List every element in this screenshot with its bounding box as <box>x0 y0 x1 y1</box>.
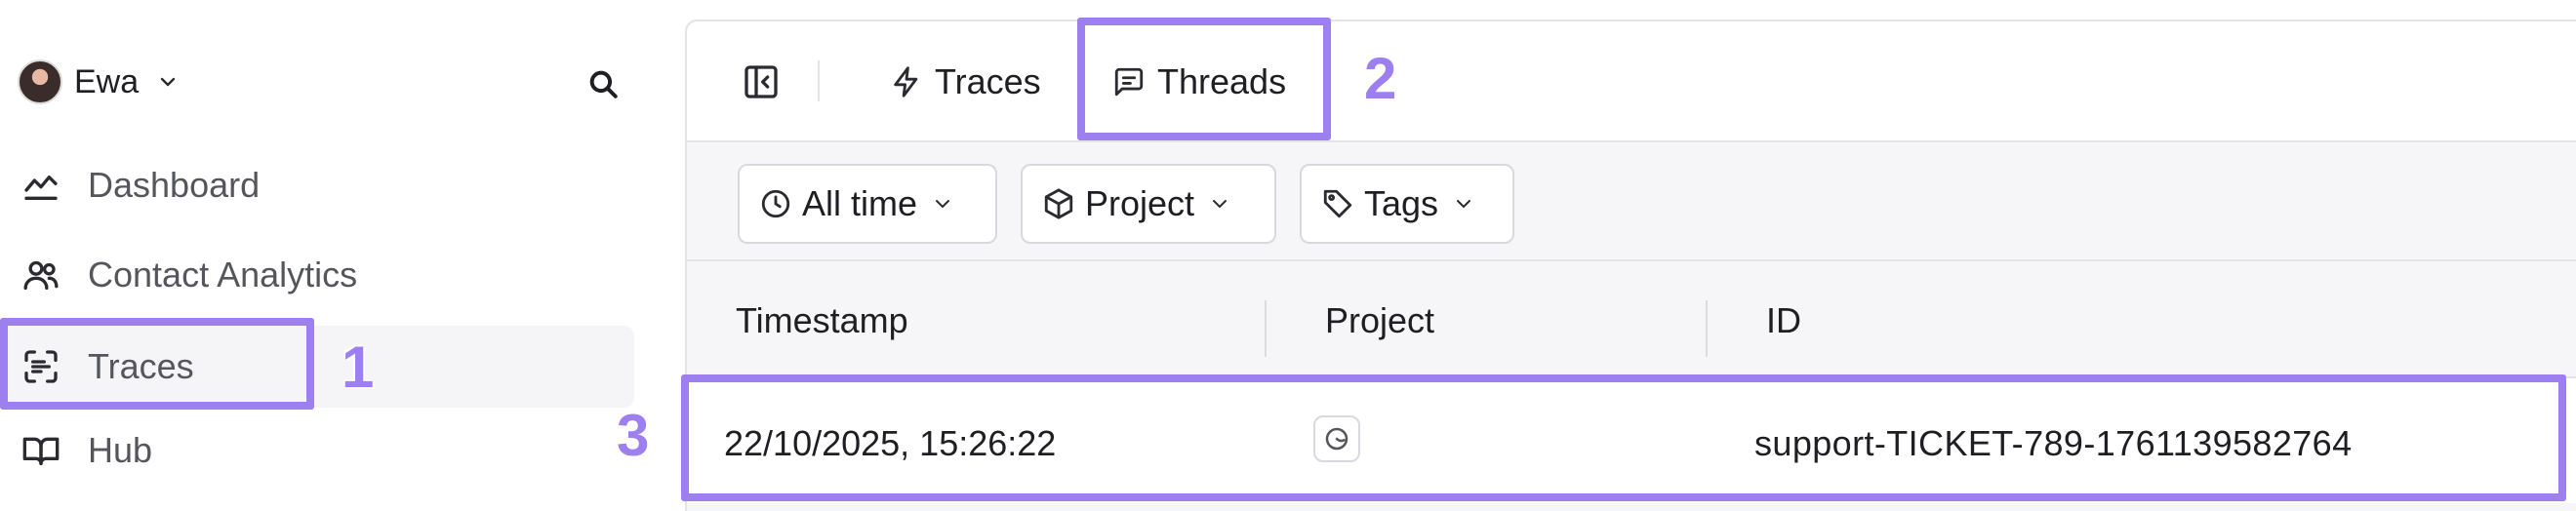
table-header: Timestamp Project ID <box>687 259 2576 376</box>
main-panel: Traces Threads All time Project Tags Tim… <box>685 20 2576 511</box>
sidebar-item-traces[interactable]: Traces <box>0 326 634 408</box>
sidebar-toggle-icon[interactable] <box>742 62 781 101</box>
tab-label: Traces <box>935 61 1041 101</box>
project-badge[interactable] <box>1313 415 1360 462</box>
column-header-id[interactable]: ID <box>1766 300 1801 341</box>
filter-label: Project <box>1085 183 1195 223</box>
zap-icon <box>894 66 918 98</box>
chevron-down-icon <box>936 200 950 209</box>
annotation-number-1: 1 <box>342 334 375 400</box>
table-row[interactable]: 22/10/2025, 15:26:22 support-TICKET-789-… <box>687 376 2576 503</box>
book-open-icon <box>21 431 60 470</box>
chart-line-icon <box>21 166 60 205</box>
time-range-filter[interactable]: All time <box>738 164 997 244</box>
column-resize-handle[interactable] <box>1265 300 1267 357</box>
tags-filter[interactable]: Tags <box>1300 164 1514 244</box>
user-name: Ewa <box>74 62 140 100</box>
annotation-number-2: 2 <box>1364 46 1397 111</box>
sidebar-item-label: Hub <box>88 430 153 470</box>
clock-icon <box>761 189 790 218</box>
filter-label: Tags <box>1364 183 1439 223</box>
users-icon <box>21 256 60 295</box>
app-root: Ewa Dashboard Contact Analytics Traces H… <box>0 0 2576 511</box>
search-icon <box>589 70 618 98</box>
toolbar-divider <box>818 60 820 101</box>
tab-traces[interactable]: Traces <box>890 41 1041 123</box>
project-filter[interactable]: Project <box>1021 164 1276 244</box>
chevron-down-icon <box>1457 200 1471 209</box>
sidebar-item-hub[interactable]: Hub <box>0 410 634 491</box>
cell-timestamp: 22/10/2025, 15:26:22 <box>724 423 1057 463</box>
box-icon <box>1044 188 1073 219</box>
column-header-project[interactable]: Project <box>1325 300 1434 341</box>
sidebar-item-contact-analytics[interactable]: Contact Analytics <box>0 234 634 316</box>
tab-threads[interactable]: Threads <box>1095 41 1305 123</box>
cell-id: support-TICKET-789-1761139582764 <box>1754 423 2353 463</box>
filter-bar: All time Project Tags <box>687 142 2576 259</box>
user-menu[interactable]: Ewa <box>18 59 180 105</box>
column-resize-handle[interactable] <box>1706 300 1708 357</box>
sidebar-item-dashboard[interactable]: Dashboard <box>0 144 634 226</box>
sidebar-item-label: Dashboard <box>88 165 261 205</box>
column-header-timestamp[interactable]: Timestamp <box>736 300 908 341</box>
avatar <box>18 59 62 104</box>
sidebar-item-label: Contact Analytics <box>88 255 358 295</box>
message-square-icon <box>1114 67 1144 97</box>
chevron-down-icon <box>160 77 176 87</box>
scan-text-icon <box>21 347 60 386</box>
tab-label: Threads <box>1157 61 1287 101</box>
tag-icon <box>1323 189 1352 218</box>
chevron-down-icon <box>1213 200 1228 209</box>
search-button[interactable] <box>582 62 624 105</box>
sidebar-item-label: Traces <box>88 346 194 386</box>
annotation-number-3: 3 <box>617 403 650 468</box>
toolbar: Traces Threads <box>687 21 2576 142</box>
sidebar: Ewa Dashboard Contact Analytics Traces H… <box>0 0 673 511</box>
filter-label: All time <box>802 183 918 223</box>
project-icon <box>1325 427 1348 451</box>
